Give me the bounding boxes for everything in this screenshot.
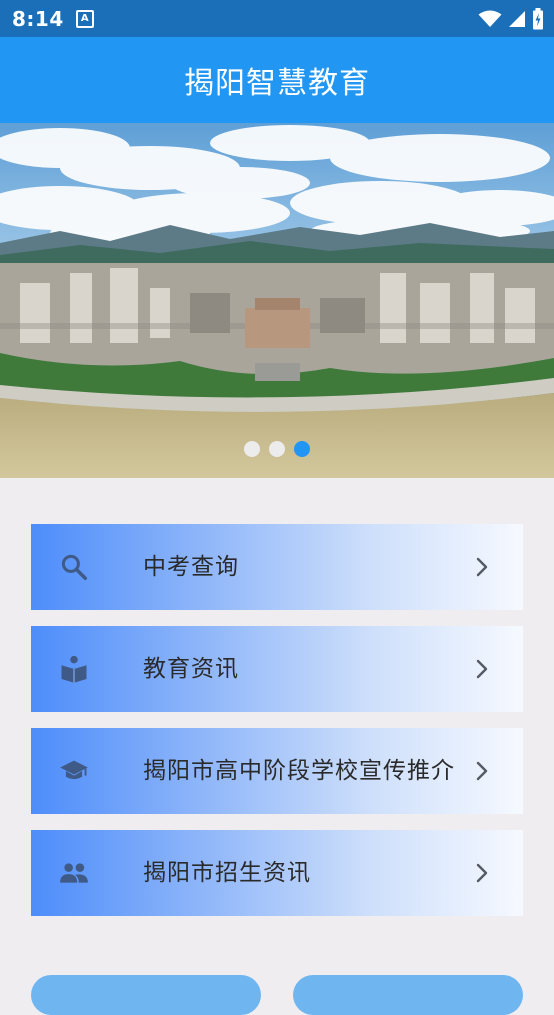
bottom-left-button[interactable] [31,975,261,1015]
status-a-icon: A [75,9,94,28]
chevron-right-icon [476,557,488,577]
status-time: 8:14 [12,6,64,31]
carousel-indicator [0,441,554,457]
menu-list: 中考查询 教育资讯 揭阳市高中阶段学校宣传推介 揭阳市招生资讯 [31,524,523,932]
chevron-right-icon [476,659,488,679]
menu-item-enrollment-news[interactable]: 揭阳市招生资讯 [31,830,523,916]
app-title: 揭阳智慧教育 [184,66,370,101]
chevron-right-icon [476,863,488,883]
people-icon [59,858,89,888]
search-icon [59,552,89,582]
book-reader-icon [59,654,89,684]
carousel-dot-3[interactable] [294,441,310,457]
cell-signal-icon [509,10,525,27]
wifi-icon [478,10,502,27]
menu-item-label: 教育资讯 [143,656,239,682]
status-bar: 8:14 A [0,0,554,37]
menu-item-exam-query[interactable]: 中考查询 [31,524,523,610]
app-bar: 揭阳智慧教育 [0,37,554,123]
menu-item-school-promotion[interactable]: 揭阳市高中阶段学校宣传推介 [31,728,523,814]
graduation-cap-icon [59,756,89,786]
status-icons [478,7,544,30]
carousel-dot-1[interactable] [244,441,260,457]
menu-item-label: 揭阳市招生资讯 [143,860,311,886]
menu-item-label: 揭阳市高中阶段学校宣传推介 [143,758,455,784]
chevron-right-icon [476,761,488,781]
banner-city-image [0,123,554,478]
carousel-dot-2[interactable] [269,441,285,457]
bottom-right-button[interactable] [293,975,523,1015]
banner-carousel[interactable] [0,123,554,478]
menu-item-label: 中考查询 [143,554,239,580]
battery-charging-icon [533,7,543,29]
menu-item-education-news[interactable]: 教育资讯 [31,626,523,712]
